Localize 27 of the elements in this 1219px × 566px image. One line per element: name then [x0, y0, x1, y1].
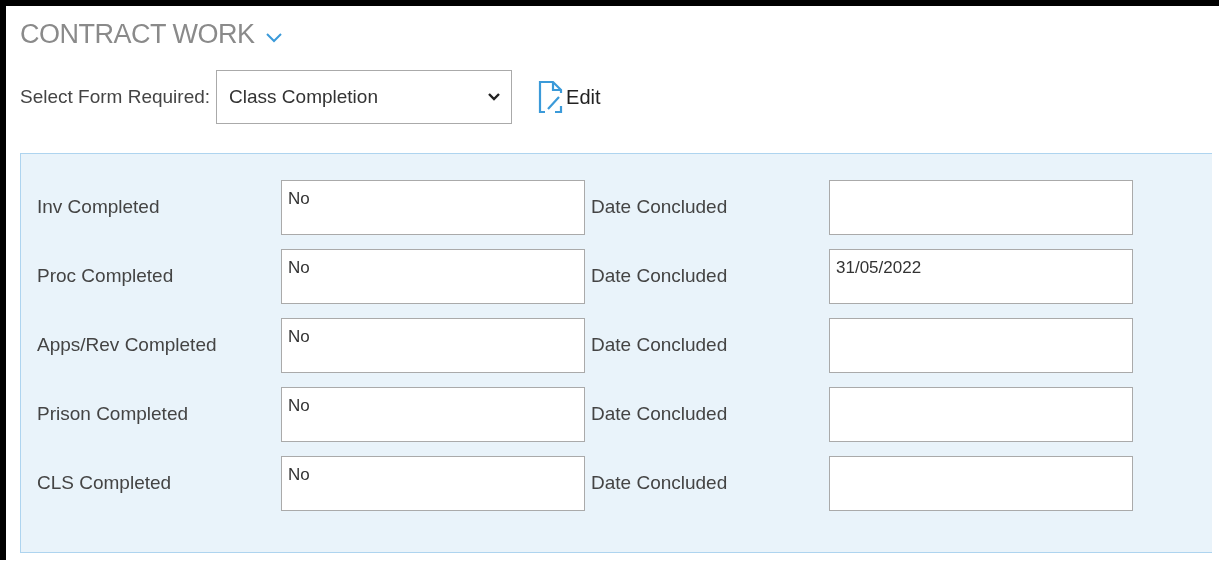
form-label: Select Form Required: [20, 86, 211, 108]
field-label: Date Concluded [590, 402, 729, 427]
edit-document-icon [538, 80, 565, 114]
field-label: Date Concluded [590, 333, 729, 358]
field-label: Date Concluded [590, 195, 729, 220]
input-field[interactable]: No [281, 387, 585, 442]
date-field[interactable] [829, 456, 1133, 511]
section-title: CONTRACT WORK [20, 18, 255, 50]
field-label: Date Concluded [590, 264, 729, 289]
field-label: Date Concluded [590, 471, 729, 496]
date-field[interactable] [829, 318, 1133, 373]
date-field[interactable] [829, 180, 1133, 235]
input-field[interactable]: No [281, 180, 585, 235]
caret-icon [487, 92, 502, 102]
input-field[interactable]: No [281, 318, 585, 373]
field-label: Proc Completed [37, 264, 175, 289]
field-label: Inv Completed [37, 195, 161, 220]
edit-link[interactable]: Edit [538, 80, 601, 114]
date-field[interactable]: 31/05/2022 [829, 249, 1133, 304]
date-field[interactable] [829, 387, 1133, 442]
chevron-icon[interactable] [264, 31, 283, 43]
field-label: CLS Completed [37, 471, 173, 496]
input-field[interactable]: No [281, 456, 585, 511]
field-label: Apps/Rev Completed [37, 333, 218, 358]
input-field[interactable]: No [281, 249, 585, 304]
field-label: Prison Completed [37, 402, 190, 427]
form-dropdown[interactable]: Class Completion [216, 70, 513, 124]
